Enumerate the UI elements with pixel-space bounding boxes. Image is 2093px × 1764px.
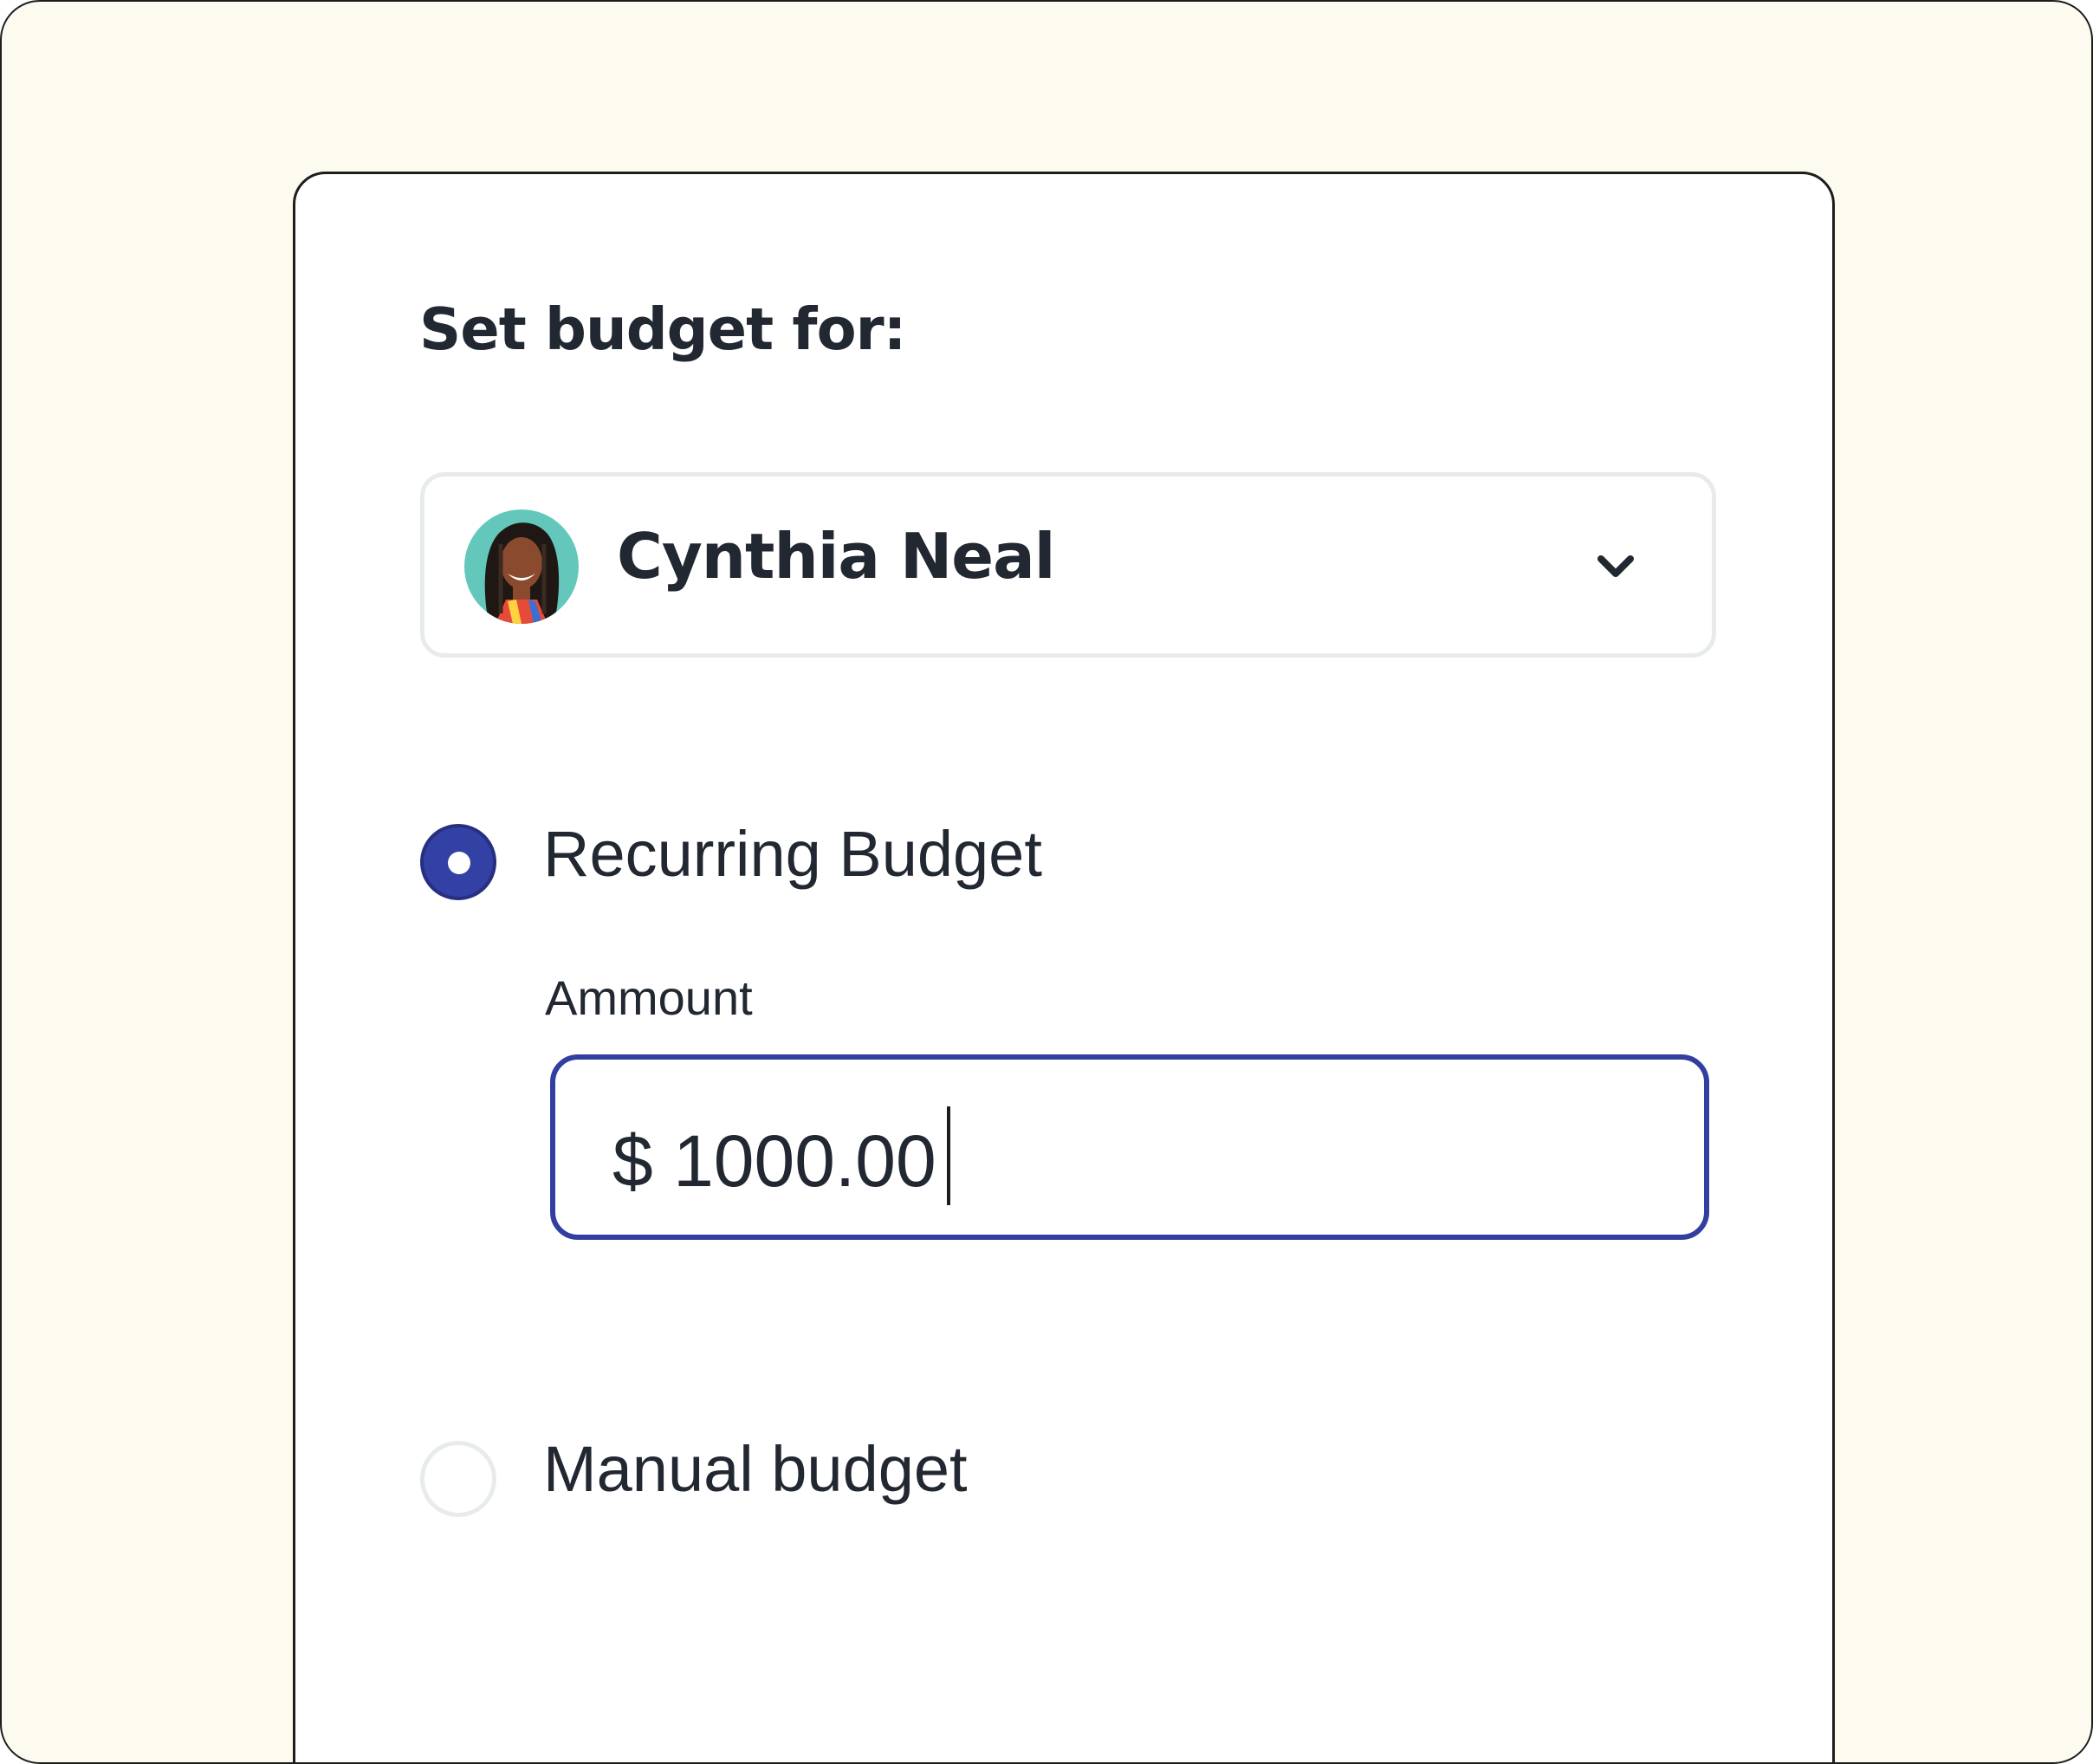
page-title: Set budget for:	[419, 295, 906, 363]
amount-input[interactable]: $ 1000.00	[550, 1054, 1709, 1240]
text-caret	[946, 1106, 950, 1205]
app-frame: Set budget for: Cynthia Neal Recurring B…	[0, 0, 2093, 1764]
recurring-budget-radio[interactable]	[420, 824, 496, 900]
amount-number: 1000.00	[673, 1120, 936, 1202]
amount-label: Ammount	[545, 970, 753, 1025]
amount-value: $ 1000.00	[612, 1106, 950, 1205]
manual-budget-label: Manual budget	[543, 1433, 968, 1505]
recurring-budget-label: Recurring Budget	[543, 818, 1042, 890]
manual-budget-radio[interactable]	[420, 1441, 496, 1517]
budget-card: Set budget for: Cynthia Neal Recurring B…	[293, 172, 1835, 1762]
selected-person-name: Cynthia Neal	[617, 520, 1055, 593]
avatar-photo	[464, 509, 579, 624]
avatar	[464, 509, 579, 624]
person-select[interactable]: Cynthia Neal	[420, 472, 1716, 658]
currency-symbol: $	[612, 1120, 653, 1202]
chevron-down-icon[interactable]	[1594, 546, 1637, 589]
